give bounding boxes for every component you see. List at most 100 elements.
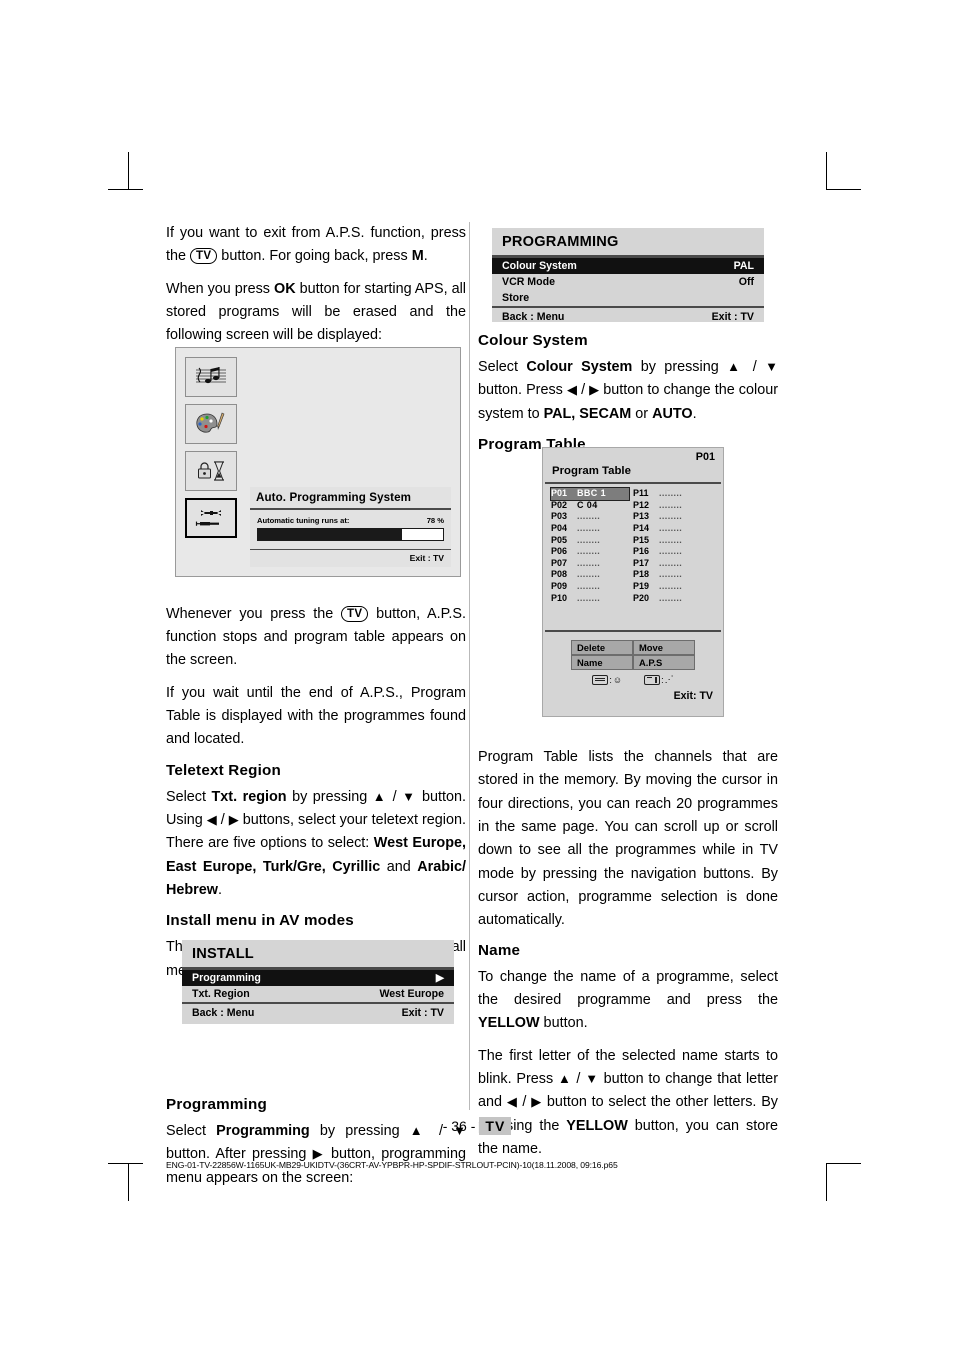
text-run: / <box>517 1094 532 1111</box>
program-number: P01 <box>551 488 568 499</box>
program-table-row[interactable]: P14........ <box>633 523 715 535</box>
menu-row-store[interactable]: Store <box>492 290 764 306</box>
aps-button[interactable]: A.P.S <box>633 655 695 671</box>
text-run: by pressing <box>286 788 373 805</box>
crop-mark-top-left-h <box>108 189 143 190</box>
crop-mark-top-right-v <box>826 152 827 190</box>
manual-page: If you want to exit from A.P.S. function… <box>0 0 954 1350</box>
tv-key-icon: TV <box>190 248 218 265</box>
menu-row-label: Colour System <box>502 259 577 272</box>
program-table-row[interactable]: P10........ <box>551 593 633 605</box>
program-name: ........ <box>659 557 683 568</box>
program-table-row[interactable]: P11........ <box>633 488 715 500</box>
program-table-gap <box>543 604 723 630</box>
program-table-row[interactable]: P03........ <box>551 511 633 523</box>
menu-row-vcr-mode[interactable]: VCR Mode Off <box>492 274 764 290</box>
program-number: P18 <box>633 569 650 580</box>
paragraph-wait-end-aps: If you wait until the end of A.P.S., Pro… <box>166 684 466 748</box>
pointer-icon: ⋰ <box>664 674 674 685</box>
text-run: . <box>692 405 697 422</box>
page-footer: - 36 - TV <box>0 1117 954 1135</box>
menu-row-label: Txt. Region <box>192 987 250 1000</box>
text-run: button. For going back, press <box>217 248 412 265</box>
arrow-right-icon: ▶ <box>531 1094 543 1110</box>
text-run: / <box>387 788 403 805</box>
key-hint-separator: : <box>609 674 612 685</box>
program-name: ........ <box>659 569 683 580</box>
program-table-row[interactable]: P02 C 04 <box>551 500 633 512</box>
crop-mark-top-left-v <box>128 152 129 190</box>
aps-tuning-value: 78 % <box>426 516 444 525</box>
program-number: P14 <box>633 522 650 533</box>
paragraph-colour-system: Select Colour System by pressing ▲ / ▼ b… <box>478 356 778 426</box>
text-run: button. Press <box>478 382 567 399</box>
program-table-row[interactable]: P05........ <box>551 535 633 547</box>
move-button[interactable]: Move <box>633 640 695 656</box>
lock-hourglass-icon[interactable] <box>185 451 237 491</box>
program-number: P05 <box>551 534 568 545</box>
name-button[interactable]: Name <box>571 655 633 671</box>
program-table-row[interactable]: P01 BBC 1 <box>550 487 630 501</box>
program-table-row[interactable]: P17........ <box>633 558 715 570</box>
text-run: When you press <box>166 280 274 297</box>
program-number: P09 <box>551 580 568 591</box>
text-run: / <box>744 359 766 375</box>
tv-key-icon: TV <box>341 605 369 622</box>
arrow-left-icon: ◀ <box>566 382 578 398</box>
program-table-row[interactable]: P15........ <box>633 535 715 547</box>
program-table-title: Program Table <box>552 465 631 477</box>
program-table-row[interactable]: P04........ <box>551 523 633 535</box>
wrench-screwdriver-icon[interactable] <box>185 498 237 538</box>
crop-mark-bottom-right-v <box>826 1163 827 1201</box>
program-table-row[interactable]: P07........ <box>551 558 633 570</box>
program-table-row[interactable]: P16........ <box>633 546 715 558</box>
programming-menu-rows: Colour System PAL VCR Mode Off Store <box>492 257 764 306</box>
paragraph-ok-starts-aps: When you press OK button for starting AP… <box>166 278 466 348</box>
arrow-down-icon: ▼ <box>585 1070 599 1086</box>
menu-row-label: Programming <box>192 971 261 984</box>
text-run: and <box>380 858 418 875</box>
program-name: BBC 1 <box>577 488 607 499</box>
arrow-right-icon: ▶ <box>228 811 239 827</box>
heading-install-menu-av: Install menu in AV modes <box>166 912 354 930</box>
crop-mark-bottom-right-h <box>826 1163 861 1164</box>
program-number: P11 <box>633 488 649 499</box>
menu-row-value: ▶ <box>435 971 444 984</box>
program-table-row[interactable]: P18........ <box>633 569 715 581</box>
delete-button[interactable]: Delete <box>571 640 633 656</box>
program-table-column-left: P01 BBC 1 P02 C 04 P03........ P04........ P05… <box>550 487 633 605</box>
install-menu-rows: Programming ▶ Txt. Region West Europe <box>182 969 454 1002</box>
program-number: P17 <box>633 557 650 568</box>
program-name: ........ <box>659 511 683 522</box>
figure-program-table: P01 Program Table P01 BBC 1 P02 C 04 P03....… <box>542 447 724 717</box>
smiley-icon: ☺ <box>612 674 623 685</box>
program-name: ........ <box>659 580 683 591</box>
program-table-row[interactable]: P19........ <box>633 581 715 593</box>
program-table-row[interactable]: P08........ <box>551 569 633 581</box>
menu-row-programming[interactable]: Programming ▶ <box>182 969 454 986</box>
program-name: ........ <box>577 580 601 591</box>
program-table-row[interactable]: P20........ <box>633 593 715 605</box>
menu-row-colour-system[interactable]: Colour System PAL <box>492 257 764 274</box>
music-note-icon[interactable] <box>185 357 237 397</box>
palette-icon[interactable] <box>185 404 237 444</box>
program-table-row[interactable]: P09........ <box>551 581 633 593</box>
aps-icon-tabs <box>185 357 237 545</box>
text-run: To change the name of a programme, selec… <box>478 968 778 1008</box>
key-hint-separator: : <box>661 674 664 685</box>
program-table-row[interactable]: P12........ <box>633 500 715 512</box>
install-menu-footer: Back : Menu Exit : TV <box>182 1001 454 1019</box>
footer-exit-label: Exit : TV <box>711 310 754 323</box>
arrow-left-icon: ◀ <box>206 811 217 827</box>
program-number: P20 <box>633 592 650 603</box>
aps-panel-title: Auto. Programming System <box>250 487 451 510</box>
key-hint-left: : ☺ <box>592 674 622 685</box>
program-table-row[interactable]: P06........ <box>551 546 633 558</box>
menu-row-txt-region[interactable]: Txt. Region West Europe <box>182 986 454 1002</box>
paragraph-exit-aps: If you want to exit from A.P.S. function… <box>166 222 466 269</box>
action-row-1: Delete Move <box>545 640 721 656</box>
text-run: . <box>217 881 222 898</box>
program-table-row[interactable]: P13........ <box>633 511 715 523</box>
arrow-down-icon: ▼ <box>765 359 779 374</box>
page-number: - 36 - <box>442 1118 476 1134</box>
